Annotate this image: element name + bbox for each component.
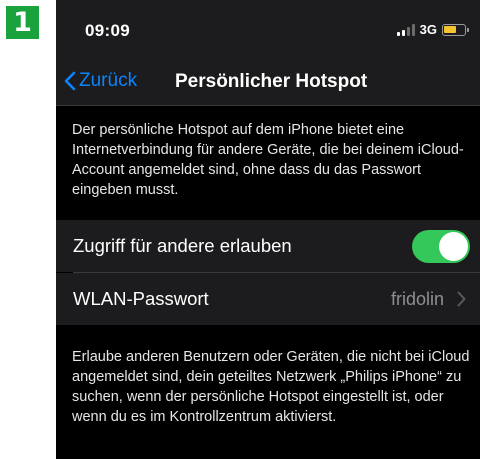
- signal-icon: [396, 23, 415, 36]
- allow-others-toggle[interactable]: [412, 230, 470, 263]
- hotspot-footer-note: Erlaube anderen Benutzern oder Geräten, …: [72, 349, 470, 425]
- chevron-right-icon: [457, 291, 466, 307]
- back-label: Zurück: [79, 70, 138, 91]
- network-type: 3G: [419, 22, 437, 37]
- toggle-knob: [439, 232, 468, 261]
- page-title: Persönlicher Hotspot: [175, 71, 368, 92]
- wifi-password-value: fridolin: [390, 288, 444, 309]
- allow-others-row: Zugriff für andere erlauben: [56, 220, 480, 272]
- status-bar: 09:09 3G: [56, 0, 480, 58]
- battery-charging-icon: [442, 23, 469, 36]
- navigation-bar: Zurück Persönlicher Hotspot: [56, 58, 480, 106]
- phone-screen: 09:09 3G Zurück Persönlicher Hotspot Der…: [56, 0, 480, 459]
- status-time: 09:09: [85, 21, 130, 40]
- wifi-password-row[interactable]: WLAN-Passwort fridolin: [56, 273, 480, 325]
- status-indicators: 3G: [396, 22, 469, 37]
- chevron-left-icon: [64, 71, 76, 91]
- wifi-password-label: WLAN-Passwort: [73, 288, 209, 309]
- hotspot-description: Der persönliche Hotspot auf dem iPhone b…: [72, 122, 464, 198]
- back-button[interactable]: Zurück: [64, 70, 137, 92]
- allow-others-label: Zugriff für andere erlauben: [73, 235, 292, 256]
- step-number-badge: 1: [6, 6, 39, 39]
